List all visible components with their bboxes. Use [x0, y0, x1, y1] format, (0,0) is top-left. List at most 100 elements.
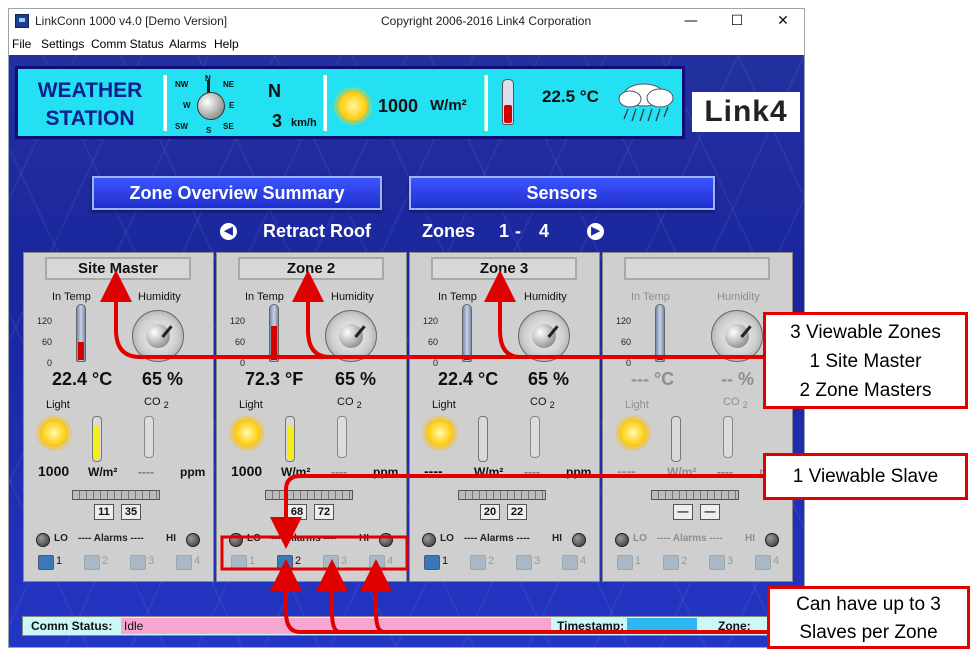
- callout-slaves-per-zone: Can have up to 3 Slaves per Zone: [767, 586, 970, 649]
- scale-tick: 120: [229, 316, 245, 326]
- weather-station-panel: WEATHER STATION NW N NE W E SW S SE N 3 …: [15, 66, 685, 139]
- copyright-text: Copyright 2006-2016 Link4 Corporation: [381, 14, 592, 28]
- thermometer-fill: [271, 326, 277, 360]
- compass-nw: NW: [175, 80, 189, 89]
- alarms-label: ---- Alarms ----: [78, 533, 144, 544]
- zone-panels: Site Master In Temp Humidity 120 60 0 22.4 °C 6…: [23, 252, 795, 582]
- hi-alarm-led-icon: [379, 533, 393, 547]
- co2-subscript: 2: [549, 400, 555, 411]
- slave-button-1[interactable]: [231, 555, 247, 570]
- menu-bar: File Settings Comm Status Alarms Help: [9, 35, 804, 53]
- divider: [484, 75, 488, 131]
- weather-title-line1: WEATHER: [37, 79, 143, 102]
- maximize-button[interactable]: ☐: [714, 9, 760, 33]
- slave-button-4[interactable]: [562, 555, 578, 570]
- light-unit: W/m²: [474, 465, 504, 479]
- slave-button-1[interactable]: [38, 555, 54, 570]
- slave-button-3[interactable]: [323, 555, 339, 570]
- slave-button-2[interactable]: [277, 555, 293, 570]
- menu-settings[interactable]: Settings: [41, 37, 84, 51]
- compass-icon: NW N NE W E SW S SE: [173, 74, 239, 136]
- slave-number: 2: [295, 555, 302, 567]
- title-bar: LinkConn 1000 v4.0 [Demo Version] Copyri…: [9, 9, 804, 33]
- alarms-label: ---- Alarms ----: [271, 533, 337, 544]
- menu-comm-status[interactable]: Comm Status: [91, 37, 164, 51]
- slave-button-2[interactable]: [663, 555, 679, 570]
- slave-button-4[interactable]: [369, 555, 385, 570]
- slave-button-4[interactable]: [176, 555, 192, 570]
- mode-label: Retract Roof: [263, 221, 372, 241]
- slave-value-a: 20: [480, 504, 500, 520]
- scale-tick: 60: [234, 337, 245, 347]
- humidity-label: Humidity: [717, 291, 760, 303]
- menu-help[interactable]: Help: [214, 37, 239, 51]
- lo-label: LO: [247, 533, 261, 544]
- close-button[interactable]: ✕: [760, 9, 804, 33]
- hi-alarm-led-icon: [186, 533, 200, 547]
- menu-file[interactable]: File: [12, 37, 31, 51]
- sensors-button[interactable]: Sensors: [409, 176, 715, 210]
- compass-sw: SW: [175, 122, 188, 131]
- slave-number: 2: [102, 555, 109, 567]
- slave-button-2[interactable]: [470, 555, 486, 570]
- zone-light-value: 1000: [231, 463, 263, 479]
- light-level-fill: [287, 426, 293, 460]
- rain-cloud-icon: [618, 83, 674, 122]
- co2-unit: ppm: [180, 465, 206, 479]
- next-zones-button[interactable]: ▶: [587, 223, 604, 240]
- slave-button-3[interactable]: [709, 555, 725, 570]
- slave-number: 4: [387, 555, 394, 567]
- app-window: LinkConn 1000 v4.0 [Demo Version] Copyri…: [8, 8, 805, 648]
- slave-position-bar: [265, 490, 353, 500]
- status-bar: Comm Status: Idle Timestamp: Zone:: [22, 616, 798, 636]
- menu-alarms[interactable]: Alarms: [169, 37, 206, 51]
- co2-subscript: 2: [163, 400, 169, 411]
- light-label: Light: [46, 399, 70, 411]
- temp-scale: 120 60 0: [225, 311, 245, 374]
- scale-tick: 120: [615, 316, 631, 326]
- scale-tick: 120: [422, 316, 438, 326]
- zone-name[interactable]: [624, 257, 770, 280]
- callout-viewable-zones: 3 Viewable Zones 1 Site Master 2 Zone Ma…: [763, 312, 968, 409]
- slave-value-b: 22: [507, 504, 527, 520]
- slave-button-4[interactable]: [755, 555, 771, 570]
- lo-label: LO: [54, 533, 68, 544]
- light-level-bar: [671, 416, 681, 462]
- co2-unit: ppm: [566, 465, 592, 479]
- callout-line: 3 Viewable Zones: [790, 322, 941, 343]
- humidity-gauge-icon: [711, 310, 763, 362]
- hi-label: HI: [166, 533, 176, 544]
- scale-tick: 60: [620, 337, 631, 347]
- temp-scale: 120 60 0: [32, 311, 52, 374]
- light-level-bar: [478, 416, 488, 462]
- slave-number: 1: [56, 555, 63, 567]
- slave-value-a: —: [673, 504, 693, 520]
- slave-button-2[interactable]: [84, 555, 100, 570]
- zone-name[interactable]: Zone 3: [431, 257, 577, 280]
- slave-button-1[interactable]: [424, 555, 440, 570]
- light-label: Light: [625, 399, 649, 411]
- light-level-bar: [285, 416, 295, 462]
- lo-alarm-led-icon: [36, 533, 50, 547]
- sun-icon: [233, 419, 261, 447]
- scale-tick: 0: [625, 358, 631, 368]
- co2-level-bar: [144, 416, 154, 458]
- zone-overview-summary-button[interactable]: Zone Overview Summary: [92, 176, 382, 210]
- temp-scale: 120 60 0: [418, 311, 438, 374]
- zone-co2-value: ----: [138, 465, 154, 479]
- slave-button-3[interactable]: [130, 555, 146, 570]
- slave-button-1[interactable]: [617, 555, 633, 570]
- lo-label: LO: [633, 533, 647, 544]
- slave-number: 3: [148, 555, 155, 567]
- minimize-button[interactable]: —: [668, 9, 714, 33]
- thermometer-icon: [655, 304, 665, 362]
- zone-name[interactable]: Site Master: [45, 257, 191, 280]
- prev-zones-button[interactable]: ◀: [220, 223, 237, 240]
- zone-name[interactable]: Zone 2: [238, 257, 384, 280]
- comm-status-value: Idle: [121, 618, 551, 634]
- thermometer-icon: [76, 304, 86, 362]
- zone-panel-3: Zone 3 In Temp Humidity 120 60 0 22.4 °C 65 % Li…: [409, 252, 600, 582]
- slave-button-3[interactable]: [516, 555, 532, 570]
- callout-line: Slaves per Zone: [799, 622, 938, 643]
- hi-label: HI: [359, 533, 369, 544]
